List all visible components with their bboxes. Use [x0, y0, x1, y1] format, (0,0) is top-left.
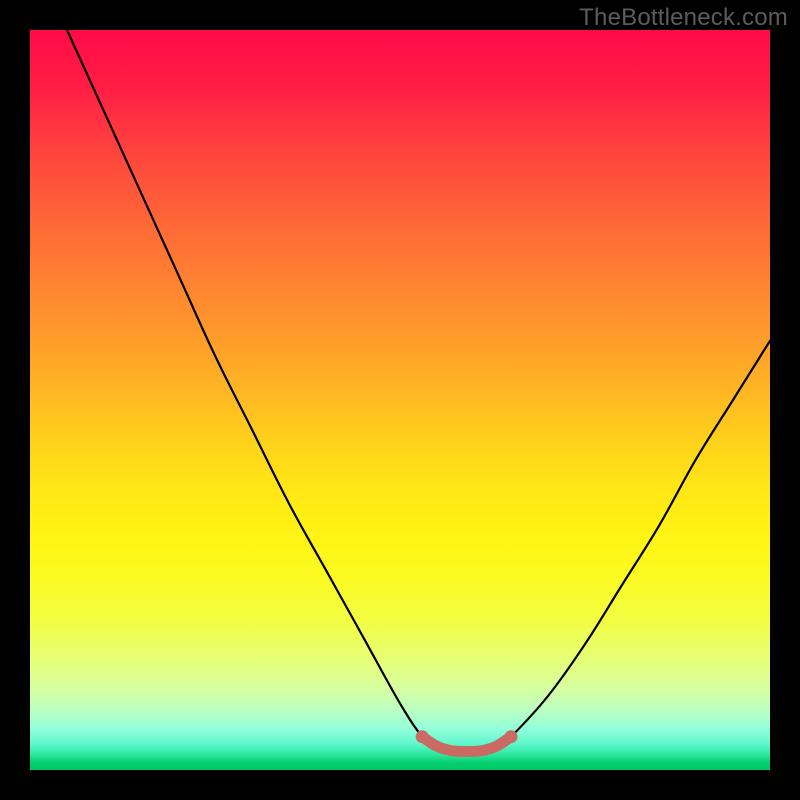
- plot-area: [30, 30, 770, 770]
- bottleneck-curve: [67, 30, 770, 752]
- highlight-dot-left: [416, 730, 429, 743]
- watermark-text: TheBottleneck.com: [579, 4, 788, 32]
- chart-svg: [30, 30, 770, 770]
- highlight-band: [422, 737, 511, 752]
- chart-frame: TheBottleneck.com: [0, 0, 800, 800]
- highlight-dot-right: [505, 730, 518, 743]
